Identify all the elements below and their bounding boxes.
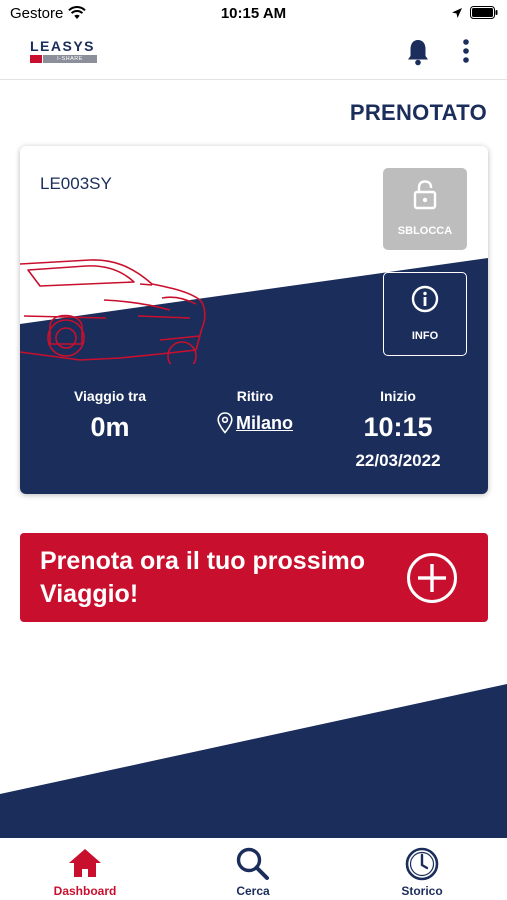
start-label: Inizio	[380, 388, 416, 404]
vehicle-card: LE003SY SBLOCCA INFO Viaggio tra 0m Riti…	[20, 146, 488, 494]
tab-bar: Dashboard Cerca Storico	[0, 838, 507, 900]
car-illustration	[20, 259, 206, 364]
unlock-button[interactable]: SBLOCCA	[383, 168, 467, 250]
clock-icon	[405, 847, 439, 881]
home-icon	[69, 849, 101, 877]
unlock-icon	[413, 180, 437, 210]
pickup-location-link[interactable]: Milano	[236, 413, 293, 434]
trip-value: 0m	[90, 412, 130, 442]
license-plate: LE003SY	[40, 174, 112, 193]
start-time: 10:15	[363, 412, 433, 442]
more-vertical-icon[interactable]	[460, 38, 472, 66]
unlock-label: SBLOCCA	[397, 225, 453, 237]
map-pin-icon	[217, 412, 233, 434]
tab-search[interactable]: Cerca	[188, 838, 318, 900]
start-date: 22/03/2022	[355, 451, 441, 470]
info-button[interactable]: INFO	[383, 272, 467, 356]
app-header: LEASYS I-SHARE	[0, 28, 507, 80]
book-new-trip-text: Prenota ora il tuo prossimo Viaggio!	[40, 547, 366, 608]
tab-history-label: Storico	[401, 884, 443, 898]
booking-status-title: PRENOTATO	[349, 100, 487, 125]
tab-dashboard-label: Dashboard	[53, 884, 117, 898]
pickup-info: Ritiro Milano	[190, 388, 320, 434]
clock-time: 10:15 AM	[220, 5, 287, 22]
tab-history[interactable]: Storico	[357, 838, 487, 900]
trip-label: Viaggio tra	[73, 388, 147, 404]
start-info: Inizio 10:15 22/03/2022	[338, 388, 458, 471]
status-bar: Gestore 10:15 AM	[0, 0, 507, 28]
search-icon	[236, 847, 269, 880]
info-label: INFO	[411, 330, 439, 342]
pickup-label: Ritiro	[236, 388, 274, 404]
battery-icon	[470, 6, 498, 19]
tab-search-label: Cerca	[236, 884, 270, 898]
trip-countdown: Viaggio tra 0m	[60, 388, 160, 443]
info-icon	[411, 285, 439, 313]
decorative-background	[0, 684, 507, 838]
tab-dashboard[interactable]: Dashboard	[20, 838, 150, 900]
leasys-logo: LEASYS I-SHARE	[30, 38, 97, 63]
bell-icon[interactable]	[406, 38, 430, 66]
location-arrow-icon	[452, 8, 462, 18]
plus-circle-icon	[407, 553, 457, 603]
book-new-trip-button[interactable]: Prenota ora il tuo prossimo Viaggio!	[20, 533, 488, 622]
